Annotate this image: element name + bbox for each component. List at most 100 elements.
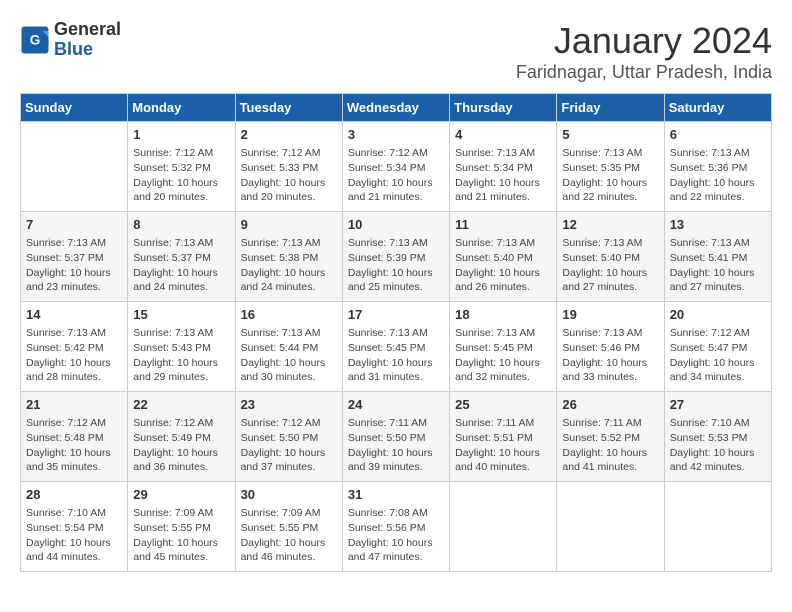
- calendar-table: SundayMondayTuesdayWednesdayThursdayFrid…: [20, 93, 772, 572]
- day-number: 2: [241, 126, 337, 144]
- calendar-cell: 27Sunrise: 7:10 AM Sunset: 5:53 PM Dayli…: [664, 392, 771, 482]
- day-number: 8: [133, 216, 229, 234]
- calendar-cell: 13 Sunrise: 7:13 AM Sunset: 5:41 PM Dayli…: [664, 212, 771, 302]
- day-number: 30: [241, 486, 337, 504]
- calendar-cell: 11 Sunrise: 7:13 AM Sunset: 5:40 PM Dayli…: [450, 212, 557, 302]
- calendar-cell: 12 Sunrise: 7:13 AM Sunset: 5:40 PM Dayli…: [557, 212, 664, 302]
- day-number: 15: [133, 306, 229, 324]
- calendar-cell: 26Sunrise: 7:11 AM Sunset: 5:52 PM Dayli…: [557, 392, 664, 482]
- cell-content: Sunrise: 7:13 AM Sunset: 5:42 PM Dayligh…: [26, 326, 122, 385]
- calendar-cell: 1Sunrise: 7:12 AM Sunset: 5:32 PM Daylig…: [128, 122, 235, 212]
- header-day: Monday: [128, 94, 235, 122]
- day-number: 26: [562, 396, 658, 414]
- calendar-cell: 18 Sunrise: 7:13 AM Sunset: 5:45 PM Dayli…: [450, 302, 557, 392]
- cell-content: Sunrise: 7:12 AM Sunset: 5:50 PM Dayligh…: [241, 416, 337, 475]
- calendar-week-row: 21 Sunrise: 7:12 AM Sunset: 5:48 PM Dayli…: [21, 392, 772, 482]
- day-number: 18: [455, 306, 551, 324]
- day-number: 29: [133, 486, 229, 504]
- calendar-cell: 3Sunrise: 7:12 AM Sunset: 5:34 PM Daylig…: [342, 122, 449, 212]
- day-number: 9: [241, 216, 337, 234]
- calendar-cell: 24Sunrise: 7:11 AM Sunset: 5:50 PM Dayli…: [342, 392, 449, 482]
- calendar-subtitle: Faridnagar, Uttar Pradesh, India: [516, 62, 772, 83]
- day-number: 22: [133, 396, 229, 414]
- cell-content: Sunrise: 7:13 AM Sunset: 5:40 PM Dayligh…: [455, 236, 551, 295]
- calendar-cell: 10Sunrise: 7:13 AM Sunset: 5:39 PM Dayli…: [342, 212, 449, 302]
- day-number: 11: [455, 216, 551, 234]
- cell-content: Sunrise: 7:08 AM Sunset: 5:56 PM Dayligh…: [348, 506, 444, 565]
- day-number: 19: [562, 306, 658, 324]
- day-number: 25: [455, 396, 551, 414]
- logo: G General Blue: [20, 20, 121, 60]
- calendar-cell: 31Sunrise: 7:08 AM Sunset: 5:56 PM Dayli…: [342, 482, 449, 572]
- calendar-cell: 16Sunrise: 7:13 AM Sunset: 5:44 PM Dayli…: [235, 302, 342, 392]
- calendar-cell: 21 Sunrise: 7:12 AM Sunset: 5:48 PM Dayli…: [21, 392, 128, 482]
- calendar-week-row: 1Sunrise: 7:12 AM Sunset: 5:32 PM Daylig…: [21, 122, 772, 212]
- cell-content: Sunrise: 7:10 AM Sunset: 5:54 PM Dayligh…: [26, 506, 122, 565]
- cell-content: Sunrise: 7:13 AM Sunset: 5:37 PM Dayligh…: [133, 236, 229, 295]
- calendar-cell: 6 Sunrise: 7:13 AM Sunset: 5:36 PM Daylig…: [664, 122, 771, 212]
- calendar-cell: 9 Sunrise: 7:13 AM Sunset: 5:38 PM Daylig…: [235, 212, 342, 302]
- calendar-title: January 2024: [516, 20, 772, 62]
- day-number: 12: [562, 216, 658, 234]
- cell-content: Sunrise: 7:13 AM Sunset: 5:41 PM Dayligh…: [670, 236, 766, 295]
- calendar-cell: 30Sunrise: 7:09 AM Sunset: 5:55 PM Dayli…: [235, 482, 342, 572]
- calendar-week-row: 28 Sunrise: 7:10 AM Sunset: 5:54 PM Dayli…: [21, 482, 772, 572]
- calendar-cell: [557, 482, 664, 572]
- logo-blue: Blue: [54, 40, 121, 60]
- calendar-cell: 15 Sunrise: 7:13 AM Sunset: 5:43 PM Dayli…: [128, 302, 235, 392]
- cell-content: Sunrise: 7:13 AM Sunset: 5:34 PM Dayligh…: [455, 146, 551, 205]
- calendar-cell: 29 Sunrise: 7:09 AM Sunset: 5:55 PM Dayli…: [128, 482, 235, 572]
- logo-general: General: [54, 20, 121, 40]
- day-number: 13: [670, 216, 766, 234]
- calendar-week-row: 7 Sunrise: 7:13 AM Sunset: 5:37 PM Daylig…: [21, 212, 772, 302]
- page-header: G General Blue January 2024 Faridnagar, …: [20, 20, 772, 83]
- day-number: 23: [241, 396, 337, 414]
- cell-content: Sunrise: 7:13 AM Sunset: 5:43 PM Dayligh…: [133, 326, 229, 385]
- cell-content: Sunrise: 7:13 AM Sunset: 5:40 PM Dayligh…: [562, 236, 658, 295]
- calendar-cell: 28 Sunrise: 7:10 AM Sunset: 5:54 PM Dayli…: [21, 482, 128, 572]
- calendar-cell: 2 Sunrise: 7:12 AM Sunset: 5:33 PM Daylig…: [235, 122, 342, 212]
- cell-content: Sunrise: 7:12 AM Sunset: 5:33 PM Dayligh…: [241, 146, 337, 205]
- calendar-cell: 14 Sunrise: 7:13 AM Sunset: 5:42 PM Dayli…: [21, 302, 128, 392]
- calendar-cell: 23 Sunrise: 7:12 AM Sunset: 5:50 PM Dayli…: [235, 392, 342, 482]
- calendar-cell: [664, 482, 771, 572]
- calendar-cell: 4 Sunrise: 7:13 AM Sunset: 5:34 PM Daylig…: [450, 122, 557, 212]
- cell-content: Sunrise: 7:09 AM Sunset: 5:55 PM Dayligh…: [133, 506, 229, 565]
- day-number: 7: [26, 216, 122, 234]
- cell-content: Sunrise: 7:13 AM Sunset: 5:44 PM Dayligh…: [241, 326, 337, 385]
- header-day: Sunday: [21, 94, 128, 122]
- calendar-cell: 22Sunrise: 7:12 AM Sunset: 5:49 PM Dayli…: [128, 392, 235, 482]
- day-number: 17: [348, 306, 444, 324]
- day-number: 28: [26, 486, 122, 504]
- calendar-cell: [450, 482, 557, 572]
- calendar-cell: 19Sunrise: 7:13 AM Sunset: 5:46 PM Dayli…: [557, 302, 664, 392]
- header-day: Saturday: [664, 94, 771, 122]
- cell-content: Sunrise: 7:12 AM Sunset: 5:48 PM Dayligh…: [26, 416, 122, 475]
- cell-content: Sunrise: 7:13 AM Sunset: 5:35 PM Dayligh…: [562, 146, 658, 205]
- header-day: Tuesday: [235, 94, 342, 122]
- title-section: January 2024 Faridnagar, Uttar Pradesh, …: [516, 20, 772, 83]
- day-number: 4: [455, 126, 551, 144]
- calendar-cell: 8 Sunrise: 7:13 AM Sunset: 5:37 PM Daylig…: [128, 212, 235, 302]
- cell-content: Sunrise: 7:11 AM Sunset: 5:51 PM Dayligh…: [455, 416, 551, 475]
- cell-content: Sunrise: 7:10 AM Sunset: 5:53 PM Dayligh…: [670, 416, 766, 475]
- calendar-cell: 5 Sunrise: 7:13 AM Sunset: 5:35 PM Daylig…: [557, 122, 664, 212]
- day-number: 14: [26, 306, 122, 324]
- calendar-cell: 20Sunrise: 7:12 AM Sunset: 5:47 PM Dayli…: [664, 302, 771, 392]
- day-number: 5: [562, 126, 658, 144]
- cell-content: Sunrise: 7:13 AM Sunset: 5:37 PM Dayligh…: [26, 236, 122, 295]
- calendar-cell: 25 Sunrise: 7:11 AM Sunset: 5:51 PM Dayli…: [450, 392, 557, 482]
- cell-content: Sunrise: 7:13 AM Sunset: 5:36 PM Dayligh…: [670, 146, 766, 205]
- header-day: Friday: [557, 94, 664, 122]
- day-number: 21: [26, 396, 122, 414]
- calendar-week-row: 14 Sunrise: 7:13 AM Sunset: 5:42 PM Dayli…: [21, 302, 772, 392]
- header-row: SundayMondayTuesdayWednesdayThursdayFrid…: [21, 94, 772, 122]
- calendar-cell: 17Sunrise: 7:13 AM Sunset: 5:45 PM Dayli…: [342, 302, 449, 392]
- cell-content: Sunrise: 7:13 AM Sunset: 5:38 PM Dayligh…: [241, 236, 337, 295]
- day-number: 3: [348, 126, 444, 144]
- header-day: Wednesday: [342, 94, 449, 122]
- cell-content: Sunrise: 7:11 AM Sunset: 5:50 PM Dayligh…: [348, 416, 444, 475]
- header-day: Thursday: [450, 94, 557, 122]
- cell-content: Sunrise: 7:13 AM Sunset: 5:45 PM Dayligh…: [455, 326, 551, 385]
- day-number: 6: [670, 126, 766, 144]
